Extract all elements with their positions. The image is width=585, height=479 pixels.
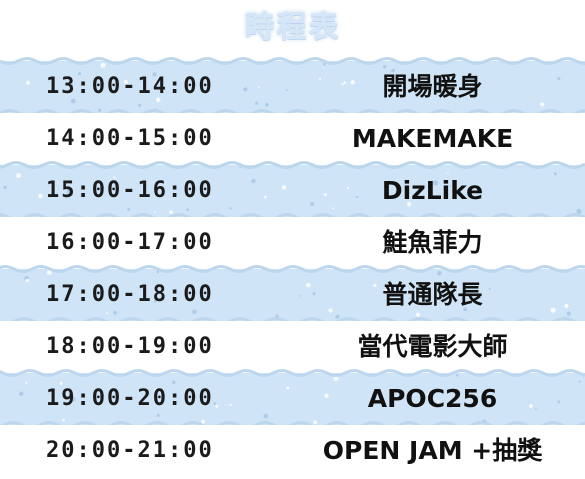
wave-edge	[0, 161, 585, 169]
act-name: 當代電影大師	[357, 332, 508, 361]
schedule-row: 17:00-18:00 普通隊長	[0, 265, 585, 325]
schedule-row: 20:00-21:00 OPEN JAM +抽獎	[0, 425, 585, 477]
time-slot: 13:00-14:00	[46, 74, 214, 99]
act-name: DizLike	[381, 176, 484, 205]
act-name: APOC256	[367, 384, 498, 413]
schedule-row: 15:00-16:00 DizLike	[0, 161, 585, 221]
act-name: 開場暖身	[382, 72, 483, 101]
schedule-row: 19:00-20:00 APOC256	[0, 369, 585, 429]
act-name: 鮭魚菲力	[382, 228, 483, 257]
schedule-row: 14:00-15:00 MAKEMAKE	[0, 113, 585, 165]
wave-edge	[0, 369, 585, 377]
schedule-row: 16:00-17:00 鮭魚菲力	[0, 217, 585, 269]
schedule-row: 13:00-14:00 開場暖身	[0, 57, 585, 117]
wave-edge	[0, 57, 585, 65]
time-slot: 19:00-20:00	[46, 386, 214, 411]
time-slot: 15:00-16:00	[46, 178, 214, 203]
act-name: 普通隊長	[382, 280, 483, 309]
wave-edge	[0, 265, 585, 273]
page-title: 時程表	[244, 10, 341, 45]
time-slot: 17:00-18:00	[46, 282, 214, 307]
act-name: OPEN JAM +抽獎	[322, 436, 543, 465]
time-slot: 14:00-15:00	[46, 126, 214, 151]
time-slot: 20:00-21:00	[46, 438, 214, 463]
schedule-list: 13:00-14:00 開場暖身 14:00-15:00 MAKEMAKE 15…	[0, 57, 585, 477]
act-name: MAKEMAKE	[351, 124, 514, 153]
schedule-row: 18:00-19:00 當代電影大師	[0, 321, 585, 373]
time-slot: 16:00-17:00	[46, 230, 214, 255]
time-slot: 18:00-19:00	[46, 334, 214, 359]
